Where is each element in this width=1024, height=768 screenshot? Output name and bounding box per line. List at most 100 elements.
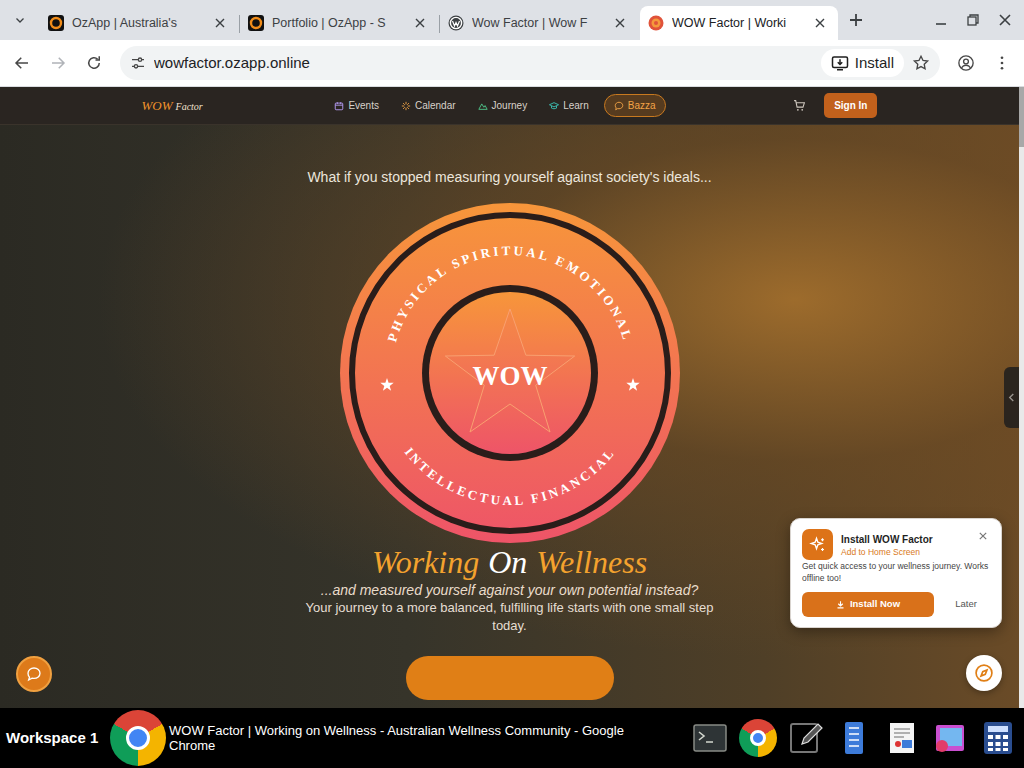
sign-in-button[interactable]: Sign In: [824, 93, 877, 118]
site-info-icon[interactable]: [130, 55, 146, 71]
browser-tab[interactable]: OzApp | Australia's: [40, 6, 238, 40]
install-now-button[interactable]: Install Now: [802, 592, 934, 617]
nav-link-item[interactable]: Bazza: [604, 94, 666, 117]
tab-title[interactable]: Portfolio | OzApp - S: [272, 14, 402, 33]
tab-close-button[interactable]: [410, 13, 430, 33]
chat-button[interactable]: [16, 656, 52, 692]
tab-title[interactable]: Wow Factor | Wow F: [472, 14, 602, 33]
chevron-left-icon: [1008, 393, 1015, 402]
chrome-launcher[interactable]: [738, 718, 778, 758]
text-editor-launcher[interactable]: [786, 718, 826, 758]
small-star-icon: [626, 378, 639, 391]
tab-title[interactable]: OzApp | Australia's: [72, 14, 202, 33]
nav-link-label[interactable]: Events: [348, 98, 379, 113]
site-nav-actions: Sign In: [790, 93, 877, 118]
later-button[interactable]: Later: [942, 596, 990, 612]
events-icon: [334, 101, 344, 111]
close-icon: [415, 18, 425, 28]
web-page: WOWFactor Events Calendar Journey Learn Bazza…: [0, 87, 1019, 708]
download-icon: [836, 600, 845, 609]
tab-separator: [439, 15, 440, 33]
compass-icon: [974, 663, 994, 683]
chevron-down-icon: [14, 14, 26, 26]
browser-tab[interactable]: Wow Factor | Wow F: [440, 6, 638, 40]
close-icon: [615, 18, 625, 28]
chrome-window-icon[interactable]: [110, 710, 166, 766]
close-window-button[interactable]: [991, 6, 1019, 34]
image-viewer-launcher[interactable]: [930, 718, 970, 758]
nav-link-item[interactable]: Learn: [542, 94, 596, 117]
browser-toolbar: wowfactor.ozapp.online Install: [0, 40, 1024, 87]
install-prompt-heading: Install WOW FactorAdd to Home Screen: [841, 529, 968, 558]
learn-icon: [549, 101, 559, 111]
tab-search-button[interactable]: [7, 6, 33, 34]
new-tab-button[interactable]: [842, 6, 870, 34]
file-manager-icon: [836, 720, 872, 756]
back-button[interactable]: [6, 47, 38, 79]
terminal-launcher[interactable]: [690, 718, 730, 758]
logo-sub[interactable]: Factor: [176, 99, 203, 114]
reload-button[interactable]: [78, 47, 110, 79]
menu-button[interactable]: [986, 47, 1018, 79]
browser-tab[interactable]: WOW Factor | Worki: [640, 6, 838, 40]
close-icon: [999, 14, 1011, 26]
tab-close-button[interactable]: [810, 13, 830, 33]
hero-title-word: On: [488, 543, 527, 581]
scrollbar-thumb[interactable]: [1019, 87, 1024, 147]
maximize-button[interactable]: [959, 6, 987, 34]
profile-button[interactable]: [950, 47, 982, 79]
scrollbar[interactable]: [1019, 87, 1024, 708]
window-title[interactable]: WOW Factor | Working on Wellness - Austr…: [169, 723, 659, 753]
install-app-button[interactable]: Install: [821, 49, 904, 78]
nav-link-label[interactable]: Journey: [492, 98, 528, 113]
document-viewer-launcher[interactable]: [882, 718, 922, 758]
nav-link-item[interactable]: Journey: [471, 94, 535, 117]
file-manager-launcher[interactable]: [834, 718, 874, 758]
journey-icon: [478, 101, 488, 111]
address-bar[interactable]: wowfactor.ozapp.online Install: [120, 46, 940, 80]
nav-link-item[interactable]: Calendar: [394, 94, 463, 117]
tab-close-button[interactable]: [610, 13, 630, 33]
tab-close-button[interactable]: [210, 13, 230, 33]
install-prompt-close[interactable]: [976, 529, 990, 543]
document-viewer-icon: [884, 720, 920, 756]
ozapp-favicon-icon: [48, 15, 64, 31]
window-controls: [927, 6, 1024, 34]
tab-separator: [239, 15, 240, 33]
logo-main[interactable]: WOW: [142, 96, 173, 116]
explore-button[interactable]: [966, 655, 1002, 691]
site-logo[interactable]: WOWFactor: [142, 96, 203, 116]
address-text[interactable]: wowfactor.ozapp.online: [154, 52, 813, 75]
install-prompt-title: Install WOW Factor: [841, 533, 968, 546]
cart-icon: [793, 99, 806, 112]
nav-link-label[interactable]: Bazza: [628, 98, 656, 113]
install-now-label[interactable]: Install Now: [850, 597, 900, 611]
cart-button[interactable]: [790, 97, 808, 115]
hero-subtitle: ...and measured yourself against your ow…: [321, 581, 698, 599]
forward-button[interactable]: [42, 47, 74, 79]
minimize-button[interactable]: [927, 6, 955, 34]
calculator-icon: [980, 720, 1016, 756]
workspace-label[interactable]: Workspace 1: [6, 727, 110, 750]
browser-tab[interactable]: Portfolio | OzApp - S: [240, 6, 438, 40]
calculator-launcher[interactable]: [978, 718, 1018, 758]
hero-title-word: Wellness: [536, 543, 647, 581]
reload-icon: [85, 54, 103, 72]
side-panel-toggle[interactable]: [1004, 367, 1019, 428]
install-label[interactable]: Install: [855, 52, 894, 75]
nav-link-label[interactable]: Calendar: [415, 98, 456, 113]
install-prompt-text: Get quick access to your wellness journe…: [802, 560, 990, 584]
chrome-icon[interactable]: [739, 719, 777, 757]
nav-link-label[interactable]: Learn: [563, 98, 589, 113]
restore-icon: [967, 14, 979, 26]
tab-title[interactable]: WOW Factor | Worki: [672, 14, 802, 33]
hero-title-word: Working: [372, 543, 479, 581]
cta-button[interactable]: [406, 656, 614, 700]
nav-link-item[interactable]: Events: [327, 94, 386, 117]
wow-favicon-icon: [648, 15, 664, 31]
install-prompt-header: Install WOW FactorAdd to Home Screen: [802, 529, 990, 560]
hero-kicker: What if you stopped measuring yourself a…: [307, 168, 711, 186]
profile-icon: [957, 54, 975, 72]
plus-icon: [849, 13, 863, 27]
bookmark-star-icon[interactable]: [912, 54, 930, 72]
